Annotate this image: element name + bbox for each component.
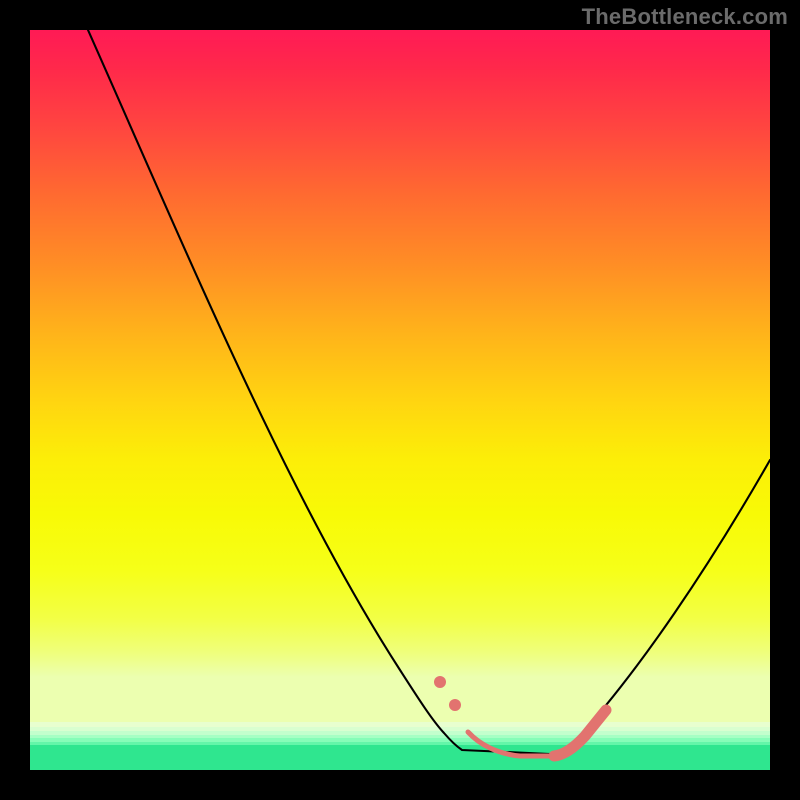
bottleneck-curve xyxy=(88,30,770,754)
highlight-dot-icon xyxy=(434,676,446,688)
highlight-rise xyxy=(554,710,606,756)
chart-frame: TheBottleneck.com xyxy=(0,0,800,800)
watermark-text: TheBottleneck.com xyxy=(582,4,788,30)
curve-layer xyxy=(30,30,770,770)
highlight-dot-icon xyxy=(449,699,461,711)
highlight-bottom xyxy=(468,732,554,756)
plot-area xyxy=(30,30,770,770)
highlight-segment xyxy=(434,676,606,756)
